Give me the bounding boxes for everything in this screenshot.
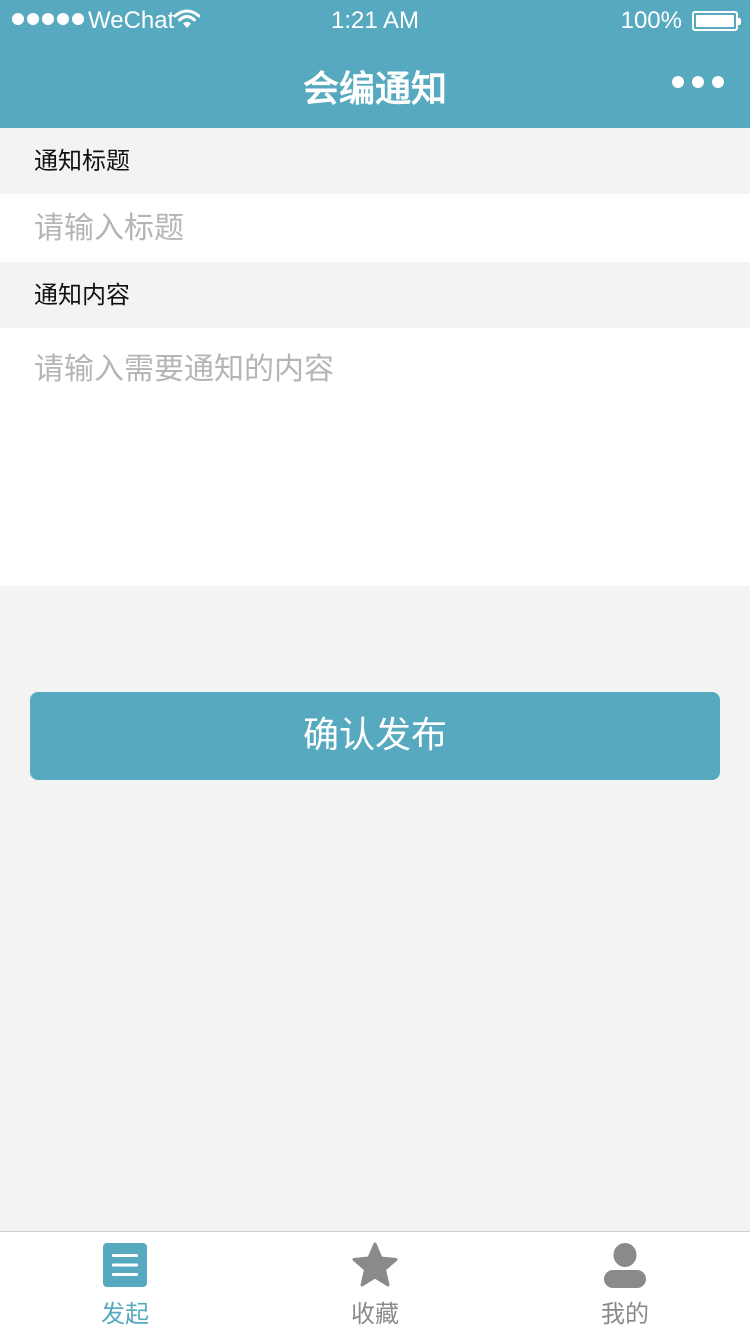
star-icon (352, 1242, 398, 1287)
screen: WeChat 1:21 AM 100% 会编通知 通知标题 通知内容 确认发布 (0, 0, 750, 1334)
nav-bar: 会编通知 (0, 40, 750, 128)
battery-percent: 100% (620, 7, 682, 34)
battery-fill (696, 15, 734, 27)
list-icon (103, 1243, 147, 1287)
tab-label-mine: 我的 (601, 1300, 649, 1328)
page-title: 会编通知 (302, 69, 447, 110)
content-textarea[interactable] (0, 328, 750, 586)
more-dots-icon[interactable] (672, 76, 724, 88)
tab-launch[interactable]: 发起 (0, 1232, 250, 1334)
status-bar: WeChat 1:21 AM 100% (0, 0, 750, 40)
confirm-publish-button[interactable]: 确认发布 (30, 692, 720, 780)
title-input-row (0, 194, 750, 262)
content-section-label: 通知内容 (0, 262, 750, 328)
tab-mine[interactable]: 我的 (500, 1232, 750, 1334)
user-icon (604, 1243, 646, 1288)
tab-label-favorites: 收藏 (351, 1300, 399, 1328)
tab-label-launch: 发起 (101, 1300, 149, 1328)
battery-icon (692, 11, 741, 31)
title-input[interactable] (0, 194, 750, 262)
title-section-label: 通知标题 (0, 128, 750, 194)
content-input-row (0, 328, 750, 586)
tab-favorites[interactable]: 收藏 (250, 1232, 500, 1334)
tab-bar: 发起 收藏 我的 (0, 1231, 750, 1334)
